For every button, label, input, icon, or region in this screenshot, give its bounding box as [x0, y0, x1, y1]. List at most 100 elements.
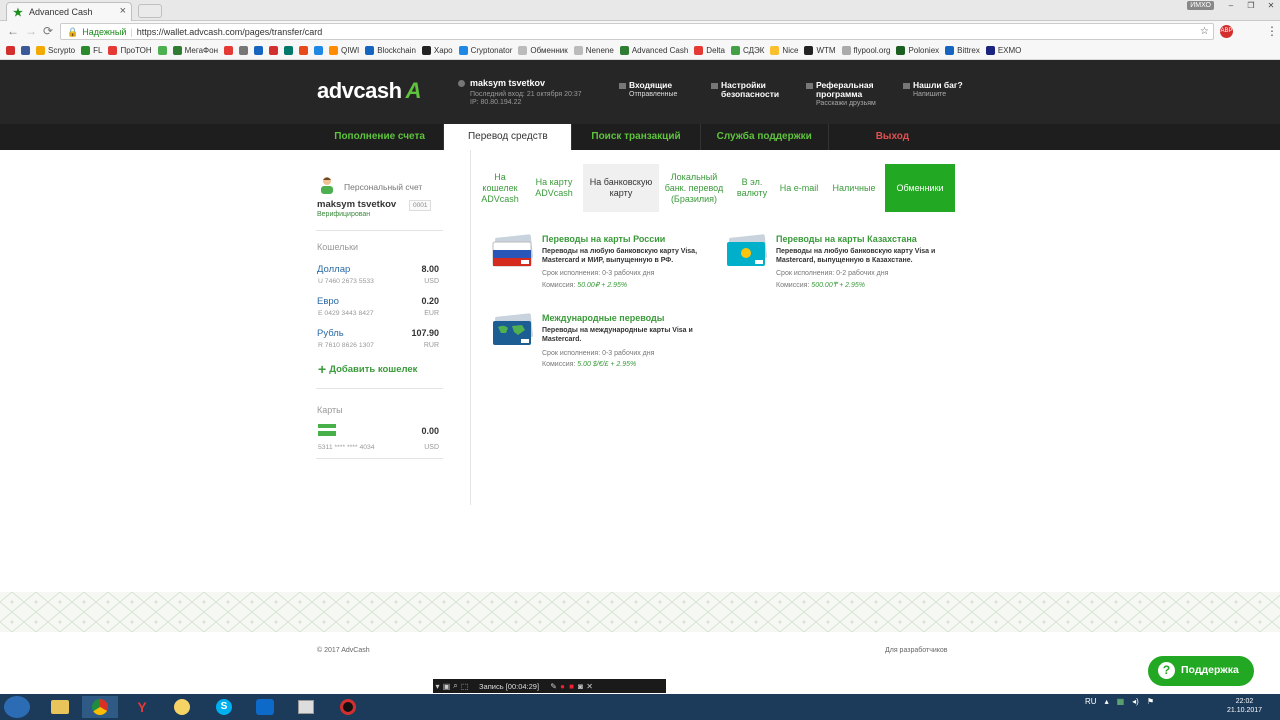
tab-to-advcash-wallet[interactable]: На кошелек ADVcash	[475, 164, 525, 212]
teamviewer-icon[interactable]	[247, 696, 283, 718]
recorder-icon[interactable]	[330, 696, 366, 718]
dropdown-icon[interactable]: ▾	[433, 682, 442, 691]
tab-to-e-currency[interactable]: В эл. валюту	[729, 164, 775, 212]
stop-icon[interactable]: ■	[567, 682, 576, 691]
tray-arrow-icon[interactable]: ▴	[1105, 697, 1109, 706]
bookmark-favicon-icon	[945, 46, 955, 55]
new-tab-button[interactable]	[138, 4, 162, 18]
developers-link[interactable]: Для разработчиков	[885, 647, 948, 654]
bookmark-item[interactable]: ПроТОН	[108, 46, 152, 55]
bookmark-item[interactable]: Nenene	[573, 46, 614, 55]
minimize-icon[interactable]: –	[1222, 0, 1240, 12]
add-wallet-link[interactable]: + Добавить кошелек	[318, 361, 417, 377]
nav-logout[interactable]: Выход	[829, 124, 956, 150]
back-icon[interactable]: ←	[7, 24, 19, 38]
network-icon[interactable]: ▦	[1117, 697, 1125, 706]
zoom-icon[interactable]: ⌕	[451, 681, 460, 691]
app-icon[interactable]	[288, 696, 324, 718]
bookmark-item[interactable]: Scrypto	[36, 46, 75, 55]
bookmark-item[interactable]: МегаФон	[172, 46, 218, 55]
header-link-inbox[interactable]: Входящие Отправленные	[619, 81, 677, 98]
wallet-eur[interactable]: Евро E 0429 3443 8427 0.20 EUR	[317, 296, 439, 326]
close-recorder-icon[interactable]: ✕	[585, 682, 594, 691]
tab-to-email[interactable]: На e-mail	[775, 164, 823, 212]
bookmark-item[interactable]: EXMO	[985, 46, 1021, 55]
bookmark-item[interactable]: Nice	[770, 46, 798, 55]
volume-icon[interactable]: ◂)	[1132, 697, 1139, 706]
option-international[interactable]: Международные переводы Переводы на между…	[492, 313, 712, 373]
close-window-icon[interactable]: ✕	[1262, 0, 1280, 12]
kazakhstan-card-icon	[727, 234, 767, 266]
wallet-rub[interactable]: Рубль R 7610 8626 1307 107.90 RUR	[317, 328, 439, 358]
chrome-icon[interactable]	[82, 696, 118, 718]
tab-to-bank-card[interactable]: На банковскую карту	[583, 164, 659, 212]
clock[interactable]: 22:02 21.10.2017	[1227, 697, 1262, 715]
bookmark-item[interactable]: Cryptonator	[458, 46, 512, 55]
skype-icon[interactable]: S	[206, 696, 242, 718]
option-title[interactable]: Международные переводы	[542, 313, 664, 323]
bookmark-item[interactable]	[21, 46, 30, 55]
reload-icon[interactable]: ⟳	[43, 24, 53, 38]
bookmark-item[interactable]: flypool.org	[841, 46, 890, 55]
bookmark-item[interactable]	[314, 46, 323, 55]
tab-to-advcash-card[interactable]: На карту ADVcash	[525, 164, 583, 212]
start-button[interactable]	[4, 696, 30, 718]
advcash-logo[interactable]: advcash A	[317, 78, 421, 104]
language-indicator[interactable]: RU	[1085, 697, 1097, 706]
bookmark-item[interactable]	[299, 46, 308, 55]
pen-icon[interactable]: ✎	[549, 682, 558, 691]
bookmark-item[interactable]	[6, 46, 15, 55]
header-link-referral[interactable]: Реферальная программа Расскажи друзьям	[806, 81, 888, 107]
wallet-usd[interactable]: Доллар U 7460 2673 5533 8.00 USD	[317, 264, 439, 294]
camera-icon[interactable]: ◙	[576, 682, 585, 691]
bookmark-item[interactable]: QIWI	[329, 46, 359, 55]
card-item[interactable]: 0.00 5311 **** **** 4034 USD	[317, 426, 439, 456]
profile-badge[interactable]: ИМХО	[1187, 1, 1214, 10]
nav-transfer[interactable]: Перевод средств	[444, 124, 573, 150]
tab-cash[interactable]: Наличные	[823, 164, 885, 212]
yandex-icon[interactable]: Y	[124, 696, 160, 718]
option-title[interactable]: Переводы на карты Казахстана	[776, 234, 917, 244]
bookmark-item[interactable]: Bittrex	[945, 46, 980, 55]
bookmark-item[interactable]	[284, 46, 293, 55]
region-icon[interactable]: ⬚	[460, 682, 469, 691]
bookmark-item[interactable]: Poloniex	[896, 46, 939, 55]
tab-local-bank-brazil[interactable]: Локальный банк. перевод (Бразилия)	[659, 164, 729, 212]
bookmark-item[interactable]: Advanced Cash	[619, 46, 688, 55]
bookmark-item[interactable]	[239, 46, 248, 55]
forward-icon[interactable]: →	[25, 24, 37, 38]
option-russia-cards[interactable]: Переводы на карты России Переводы на люб…	[492, 234, 712, 294]
nav-deposit[interactable]: Пополнение счета	[316, 124, 445, 150]
nav-search-transactions[interactable]: Поиск транзакций	[572, 124, 701, 150]
nav-support[interactable]: Служба поддержки	[701, 124, 829, 150]
header-link-bug[interactable]: Нашли баг? Напишите	[903, 81, 963, 98]
bookmark-item[interactable]	[254, 46, 263, 55]
bookmark-item[interactable]: WTM	[804, 46, 836, 55]
record-icon[interactable]: ●	[558, 682, 567, 691]
option-kazakhstan-cards[interactable]: Переводы на карты Казахстана Переводы на…	[726, 234, 946, 294]
bookmark-star-icon[interactable]: ☆	[1200, 26, 1209, 37]
bookmark-item[interactable]	[269, 46, 278, 55]
bookmark-item[interactable]: Blockchain	[365, 46, 416, 55]
bookmark-item[interactable]	[224, 46, 233, 55]
bookmark-item[interactable]: FL	[81, 46, 102, 55]
flag-icon[interactable]: ⚑	[1147, 697, 1154, 706]
maximize-icon[interactable]: ❐	[1242, 0, 1260, 12]
bookmark-item[interactable]: Обменник	[518, 46, 568, 55]
header-link-security[interactable]: Настройки безопасности	[711, 81, 791, 99]
browser-menu-icon[interactable]: ⋮	[1266, 24, 1278, 38]
url-input[interactable]: 🔒 Надежный | https://wallet.advcash.com/pag…	[60, 23, 1214, 40]
tab-exchangers[interactable]: Обменники	[885, 164, 955, 212]
bookmark-item[interactable]: Delta	[694, 46, 725, 55]
bookmark-item[interactable]	[157, 46, 167, 55]
bookmark-item[interactable]: СДЭК	[730, 46, 764, 55]
tab-close-icon[interactable]: ×	[120, 5, 126, 17]
agent-icon[interactable]	[164, 696, 200, 718]
browser-tab[interactable]: ★ Advanced Cash ×	[6, 2, 132, 21]
window-icon[interactable]: ▣	[442, 682, 451, 691]
bookmark-item[interactable]: Xapo	[421, 46, 453, 55]
explorer-icon[interactable]	[42, 696, 78, 718]
option-title[interactable]: Переводы на карты России	[542, 234, 665, 244]
secure-label: Надежный	[82, 27, 127, 37]
extension-icon[interactable]: ABP	[1220, 25, 1233, 38]
